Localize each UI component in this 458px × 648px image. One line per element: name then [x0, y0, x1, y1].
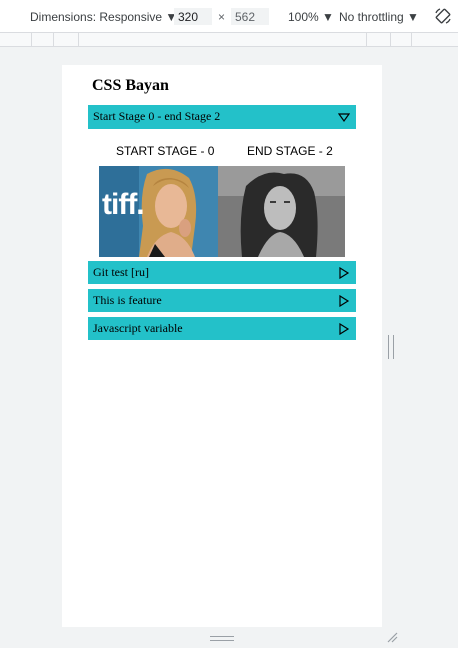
accordion-label: This is feature — [93, 293, 162, 307]
devtools-toolbar: Dimensions: Responsive ▼ × 100% ▼ No thr… — [0, 0, 458, 33]
accordion-item-git-test[interactable]: Git test [ru] — [88, 261, 356, 284]
height-input[interactable] — [231, 8, 269, 25]
start-stage-photo: tiff. — [99, 166, 218, 257]
resize-bar-bottom — [62, 627, 382, 648]
accordion-item-feature[interactable]: This is feature — [88, 289, 356, 312]
tiff-logo: tiff. — [102, 188, 145, 221]
media-query-segment[interactable] — [31, 33, 53, 47]
resize-handle-right[interactable] — [388, 335, 394, 359]
triangle-down-icon — [338, 113, 350, 123]
triangle-right-icon — [339, 267, 350, 279]
accordion-label: Start Stage 0 - end Stage 2 — [93, 109, 221, 123]
stage-photos: tiff. — [99, 166, 345, 257]
accordion-item-js-variable[interactable]: Javascript variable — [88, 317, 356, 340]
accordion-label: Git test [ru] — [93, 265, 149, 279]
resize-corner-icon[interactable] — [386, 631, 398, 643]
width-input[interactable] — [174, 8, 212, 25]
media-query-segment[interactable] — [53, 33, 78, 47]
stage-end-label: END STAGE - 2 — [247, 144, 333, 158]
portrait-man-image — [218, 166, 345, 257]
media-query-segment[interactable] — [390, 33, 412, 47]
media-query-segment[interactable] — [78, 33, 366, 47]
accordion-item-stages[interactable]: Start Stage 0 - end Stage 2 — [88, 105, 356, 129]
triangle-right-icon — [339, 323, 350, 335]
throttling-dropdown[interactable]: No throttling ▼ — [339, 9, 419, 25]
rotate-icon[interactable] — [434, 7, 452, 25]
accordion-label: Javascript variable — [93, 321, 183, 335]
media-query-segment[interactable] — [366, 33, 390, 47]
stage-start-label: START STAGE - 0 — [116, 144, 215, 158]
media-query-bar — [0, 33, 458, 47]
page-title: CSS Bayan — [92, 77, 169, 94]
device-viewport: CSS Bayan Start Stage 0 - end Stage 2 ST… — [62, 65, 382, 627]
triangle-right-icon — [339, 295, 350, 307]
dimensions-dropdown[interactable]: Dimensions: Responsive ▼ — [30, 9, 177, 25]
times-sign: × — [218, 10, 226, 24]
end-stage-photo — [218, 166, 345, 257]
resize-handle-bottom[interactable] — [210, 636, 234, 641]
zoom-dropdown[interactable]: 100% ▼ — [288, 9, 334, 25]
